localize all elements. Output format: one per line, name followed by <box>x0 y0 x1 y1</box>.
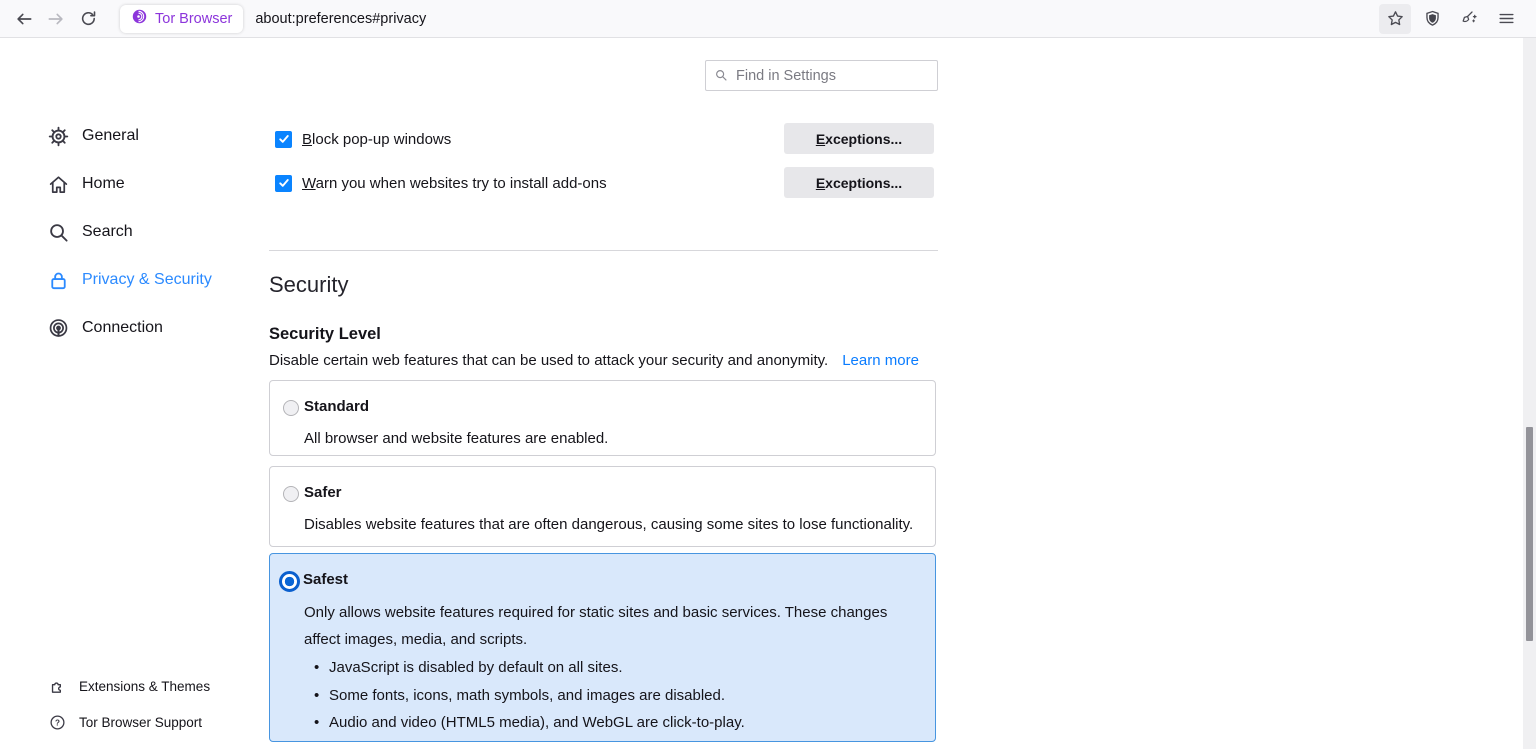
settings-page: General Home Search Privacy & Security <box>0 38 1536 749</box>
block-popups-row: Block pop-up windows <box>275 128 451 150</box>
back-icon[interactable] <box>8 4 40 34</box>
security-option-safer[interactable]: Safer Disables website features that are… <box>269 466 936 547</box>
warn-addons-row: Warn you when websites try to install ad… <box>275 172 607 194</box>
safest-bullet-list: JavaScript is disabled by default on all… <box>308 654 908 737</box>
sidebar-item-tor-support[interactable]: ? Tor Browser Support <box>48 704 268 740</box>
sidebar-item-search[interactable]: Search <box>46 208 256 256</box>
warn-addons-label[interactable]: Warn you when websites try to install ad… <box>302 175 607 192</box>
sidebar-item-home[interactable]: Home <box>46 160 256 208</box>
page-scrollbar[interactable] <box>1523 38 1536 749</box>
menu-icon[interactable] <box>1490 4 1522 34</box>
learn-more-link[interactable]: Learn more <box>842 352 919 369</box>
sidebar-item-label: Search <box>82 223 133 241</box>
safest-bullet: Some fonts, icons, math symbols, and ima… <box>308 682 908 710</box>
security-level-description-row: Disable certain web features that can be… <box>269 352 919 369</box>
tor-browser-window: Tor Browser about:preferences#privacy <box>0 0 1536 749</box>
home-icon <box>46 172 70 196</box>
block-popups-checkbox[interactable] <box>275 131 292 148</box>
privacy-settings-panel: Block pop-up windows Exceptions... Warn … <box>269 38 938 749</box>
sidebar-item-label: Connection <box>82 319 163 337</box>
safest-label: Safest <box>303 571 348 588</box>
sidebar-footer-label: Tor Browser Support <box>79 715 202 730</box>
gear-icon <box>46 124 70 148</box>
lock-icon <box>46 268 70 292</box>
safest-bullet: JavaScript is disabled by default on all… <box>308 654 908 682</box>
safer-label: Safer <box>304 484 342 501</box>
reload-icon[interactable] <box>72 4 104 34</box>
sidebar-item-label: Home <box>82 175 125 193</box>
standard-description: All browser and website features are ena… <box>304 428 608 449</box>
safest-bullet: Audio and video (HTML5 media), and WebGL… <box>308 709 908 737</box>
bookmark-star-icon[interactable] <box>1379 4 1411 34</box>
security-level-title: Security Level <box>269 325 381 344</box>
safer-radio[interactable] <box>283 486 299 502</box>
sidebar-item-connection[interactable]: Connection <box>46 304 256 352</box>
settings-sidebar: General Home Search Privacy & Security <box>46 112 256 352</box>
sidebar-footer: Extensions & Themes ? Tor Browser Suppor… <box>48 668 268 740</box>
section-divider <box>269 250 938 251</box>
browser-toolbar: Tor Browser about:preferences#privacy <box>0 0 1536 38</box>
connection-icon <box>46 316 70 340</box>
sidebar-item-label: General <box>82 127 139 145</box>
tor-logo-icon <box>131 8 148 30</box>
new-identity-broom-icon[interactable] <box>1453 4 1485 34</box>
toolbar-actions <box>1379 4 1522 34</box>
shield-icon[interactable] <box>1416 4 1448 34</box>
sidebar-item-extensions-themes[interactable]: Extensions & Themes <box>48 668 268 704</box>
forward-icon[interactable] <box>40 4 72 34</box>
sidebar-footer-label: Extensions & Themes <box>79 679 210 694</box>
security-level-description: Disable certain web features that can be… <box>269 352 828 369</box>
block-popups-label[interactable]: Block pop-up windows <box>302 131 451 148</box>
sidebar-item-general[interactable]: General <box>46 112 256 160</box>
sidebar-item-privacy-security[interactable]: Privacy & Security <box>46 256 256 304</box>
scrollbar-thumb[interactable] <box>1526 427 1533 641</box>
help-icon: ? <box>48 713 66 731</box>
popup-exceptions-button[interactable]: Exceptions... <box>784 123 934 154</box>
standard-radio[interactable] <box>283 400 299 416</box>
safest-radio[interactable] <box>279 571 300 592</box>
search-icon <box>46 220 70 244</box>
svg-text:?: ? <box>55 718 60 727</box>
security-section-title: Security <box>269 272 348 298</box>
safer-description: Disables website features that are often… <box>304 514 913 535</box>
security-option-safest[interactable]: Safest Only allows website features requ… <box>269 553 936 742</box>
security-option-standard[interactable]: Standard All browser and website feature… <box>269 380 936 456</box>
identity-chip-label: Tor Browser <box>155 11 232 27</box>
warn-addons-checkbox[interactable] <box>275 175 292 192</box>
url-text[interactable]: about:preferences#privacy <box>255 11 426 27</box>
addons-exceptions-button[interactable]: Exceptions... <box>784 167 934 198</box>
sidebar-item-label: Privacy & Security <box>82 271 212 289</box>
identity-chip[interactable]: Tor Browser <box>120 5 243 33</box>
safest-description: Only allows website features required fo… <box>304 599 904 653</box>
standard-label: Standard <box>304 398 369 415</box>
puzzle-icon <box>48 677 66 695</box>
